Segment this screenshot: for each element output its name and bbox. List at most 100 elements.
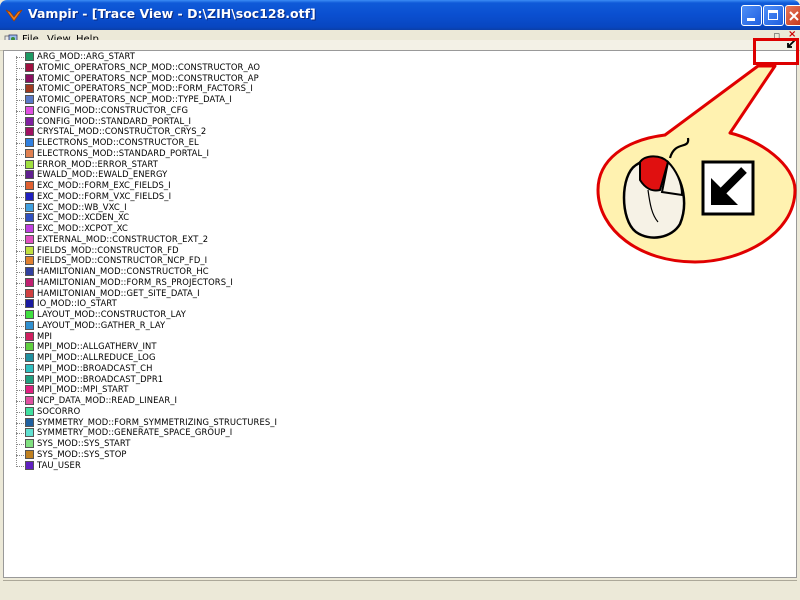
tree-branch bbox=[16, 207, 24, 209]
tree-branch bbox=[16, 422, 24, 424]
legend-item-label: CONFIG_MOD::STANDARD_PORTAL_I bbox=[37, 115, 192, 126]
tree-branch bbox=[16, 110, 24, 112]
legend-item-label: MPI bbox=[37, 330, 53, 341]
window-titlebar[interactable]: Vampir - [Trace View - D:\ZIH\soc128.otf… bbox=[0, 0, 800, 30]
minimize-button[interactable] bbox=[741, 5, 762, 26]
color-swatch bbox=[25, 310, 34, 319]
color-swatch bbox=[25, 159, 34, 169]
legend-item-label: ATOMIC_OPERATORS_NCP_MOD::CONSTRUCTOR_AP bbox=[37, 72, 259, 83]
highlight-box bbox=[753, 38, 799, 65]
color-swatch bbox=[25, 116, 34, 126]
legend-item-label: LAYOUT_MOD::CONSTRUCTOR_LAY bbox=[37, 309, 186, 319]
legend-item-label: ERROR_MOD::ERROR_START bbox=[37, 158, 159, 169]
tree-branch bbox=[16, 401, 24, 402]
color-swatch bbox=[25, 449, 34, 459]
legend-item-label: ATOMIC_OPERATORS_NCP_MOD::FORM_FACTORS_I bbox=[37, 83, 253, 94]
color-swatch bbox=[25, 148, 34, 158]
legend-item-label: CONFIG_MOD::CONSTRUCTOR_CFG bbox=[37, 104, 189, 115]
window-title: Vampir - [Trace View - D:\ZIH\soc128.otf… bbox=[28, 6, 316, 21]
legend-item-label: EXC_MOD::XCPOT_XC bbox=[37, 223, 128, 233]
tree-branch bbox=[16, 143, 24, 144]
legend-item-label: MPI_MOD::BROADCAST_CH bbox=[37, 362, 153, 373]
legend-item-label: ELECTRONS_MOD::STANDARD_PORTAL_I bbox=[37, 147, 210, 158]
color-swatch bbox=[25, 52, 34, 61]
tree-branch bbox=[16, 78, 24, 80]
tree-branch bbox=[16, 67, 24, 69]
tree-branch bbox=[16, 89, 24, 91]
color-swatch bbox=[25, 417, 34, 427]
color-swatch bbox=[25, 105, 34, 115]
legend-item-label: MPI_MOD::BROADCAST_DPR1 bbox=[37, 373, 164, 384]
status-bar bbox=[3, 580, 797, 598]
color-swatch bbox=[25, 84, 34, 94]
color-swatch bbox=[25, 234, 34, 244]
legend-item-label: TAU_USER bbox=[37, 459, 81, 470]
tree-branch bbox=[16, 153, 24, 155]
legend-item-label: FIELDS_MOD::CONSTRUCTOR_NCP_FD_I bbox=[37, 255, 208, 266]
legend-item-label: SOCORRO bbox=[37, 405, 81, 416]
legend-item-label: NCP_DATA_MOD::READ_LINEAR_I bbox=[37, 395, 178, 405]
legend-item-label: LAYOUT_MOD::GATHER_R_LAY bbox=[37, 319, 166, 330]
legend-item-label: EXC_MOD::XCDEN_XC bbox=[37, 212, 130, 223]
color-swatch bbox=[25, 224, 34, 233]
color-swatch bbox=[25, 363, 34, 373]
color-swatch bbox=[25, 439, 34, 448]
legend-item-label: MPI_MOD::MPI_START bbox=[37, 384, 129, 395]
color-swatch bbox=[25, 460, 34, 470]
tree-branch bbox=[16, 454, 24, 456]
color-swatch bbox=[25, 374, 34, 384]
tree-branch bbox=[16, 336, 24, 338]
legend-item-label: ATOMIC_OPERATORS_NCP_MOD::TYPE_DATA_I bbox=[37, 94, 232, 104]
color-swatch bbox=[25, 73, 34, 83]
tree-branch bbox=[16, 196, 24, 198]
legend-item-label: EXC_MOD::FORM_EXC_FIELDS_I bbox=[37, 180, 171, 190]
legend-item-label: IO_MOD::IO_START bbox=[37, 298, 117, 309]
tree-branch bbox=[16, 175, 24, 177]
color-swatch bbox=[25, 170, 34, 180]
color-swatch bbox=[25, 385, 34, 395]
legend-item-label: FIELDS_MOD::CONSTRUCTOR_FD bbox=[37, 244, 179, 255]
tree-branch bbox=[16, 379, 24, 381]
legend-item-label: MPI_MOD::ALLGATHERV_INT bbox=[37, 341, 157, 352]
color-swatch bbox=[25, 331, 34, 341]
legend-item-label: SYS_MOD::SYS_STOP bbox=[37, 448, 127, 459]
close-button[interactable] bbox=[785, 5, 800, 26]
legend-item-label: EXC_MOD::FORM_VXC_FIELDS_I bbox=[37, 190, 172, 201]
color-swatch bbox=[25, 406, 34, 416]
legend-item-label: SYMMETRY_MOD::FORM_SYMMETRIZING_STRUCTUR… bbox=[37, 416, 278, 427]
tree-branch bbox=[16, 57, 24, 58]
tree-branch bbox=[16, 368, 24, 370]
tree-branch bbox=[16, 186, 24, 187]
legend-item-label: CRYSTAL_MOD::CONSTRUCTOR_CRYS_2 bbox=[37, 126, 207, 137]
legend-item-label: HAMILTONIAN_MOD::CONSTRUCTOR_HC bbox=[37, 266, 209, 276]
legend-item-label: ARG_MOD::ARG_START bbox=[37, 51, 135, 61]
tree-branch bbox=[16, 282, 24, 284]
color-swatch bbox=[25, 256, 34, 266]
tree-branch bbox=[16, 411, 24, 413]
color-swatch bbox=[25, 181, 34, 190]
tree-branch bbox=[16, 164, 24, 166]
color-swatch bbox=[25, 202, 34, 212]
close-icon bbox=[789, 11, 799, 21]
tree-branch bbox=[16, 304, 24, 306]
tree-branch bbox=[16, 390, 24, 392]
tree-branch bbox=[16, 132, 24, 134]
tree-branch bbox=[16, 250, 24, 252]
legend-item-label: EXC_MOD::WB_VXC_I bbox=[37, 201, 127, 212]
color-swatch bbox=[25, 95, 34, 104]
color-swatch bbox=[25, 299, 34, 309]
tree-branch bbox=[16, 433, 24, 435]
tree-branch bbox=[16, 444, 24, 445]
color-swatch bbox=[25, 127, 34, 137]
maximize-button[interactable] bbox=[763, 5, 784, 26]
tree-branch bbox=[16, 218, 24, 220]
legend-item-label: HAMILTONIAN_MOD::GET_SITE_DATA_I bbox=[37, 287, 200, 298]
color-swatch bbox=[25, 245, 34, 255]
color-swatch bbox=[25, 320, 34, 330]
color-swatch bbox=[25, 342, 34, 352]
tree-branch bbox=[16, 261, 24, 263]
color-swatch bbox=[25, 191, 34, 201]
legend-item-label: ELECTRONS_MOD::CONSTRUCTOR_EL bbox=[37, 137, 199, 147]
color-swatch bbox=[25, 267, 34, 276]
legend-panel: ARG_MOD::ARG_STARTATOMIC_OPERATORS_NCP_M… bbox=[3, 50, 797, 578]
